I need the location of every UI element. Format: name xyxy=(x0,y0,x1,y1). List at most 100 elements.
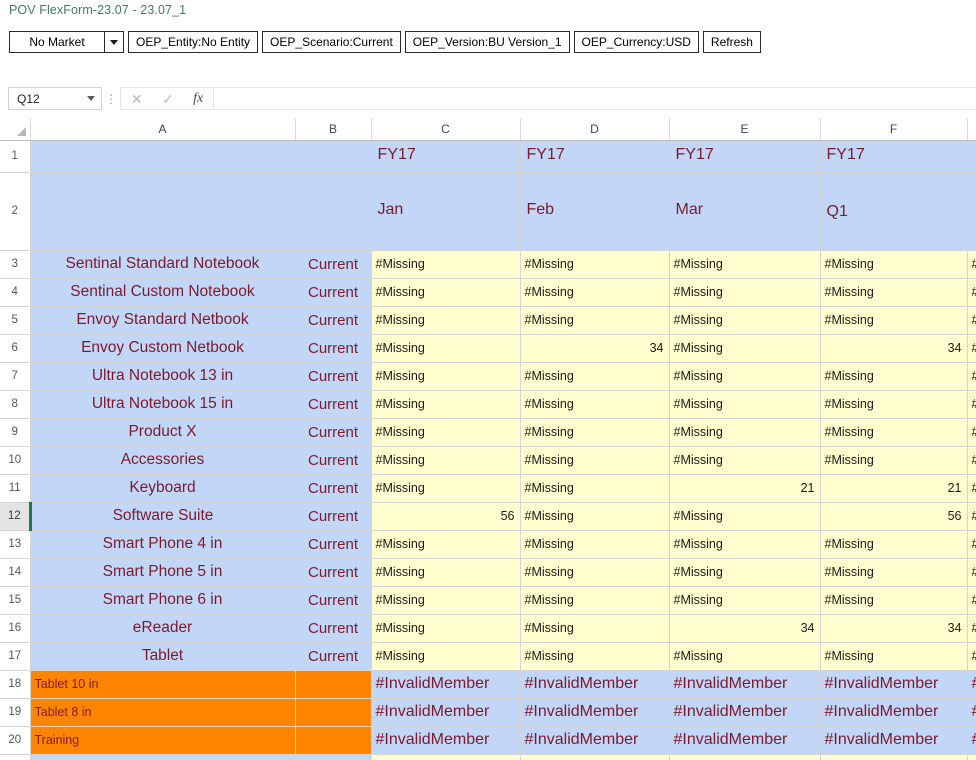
cell-A3[interactable]: Sentinal Standard Notebook xyxy=(30,250,296,279)
cell-G19[interactable]: #I xyxy=(967,698,976,727)
pov-button-entity[interactable]: OEP_Entity:No Entity xyxy=(128,31,259,53)
accept-icon[interactable]: ✓ xyxy=(162,92,174,106)
cell-C10[interactable]: #Missing xyxy=(371,446,521,475)
cell-C13[interactable]: #Missing xyxy=(371,530,521,559)
cell-A12[interactable]: Software Suite xyxy=(30,502,296,531)
cell-F7[interactable]: #Missing xyxy=(820,362,968,391)
cell-A21[interactable]: No Product xyxy=(30,754,296,760)
cell-A15[interactable]: Smart Phone 6 in xyxy=(30,586,296,615)
cell-B8[interactable]: Current xyxy=(295,390,372,419)
cell-C20[interactable]: #InvalidMember xyxy=(371,726,521,755)
cell-G16[interactable]: # xyxy=(967,614,976,643)
cell-F19[interactable]: #InvalidMember xyxy=(820,698,968,727)
cell-D15[interactable]: #Missing xyxy=(520,586,670,615)
cell-G13[interactable]: # xyxy=(967,530,976,559)
cell-C19[interactable]: #InvalidMember xyxy=(371,698,521,727)
cell-E20[interactable]: #InvalidMember xyxy=(669,726,821,755)
cell-E10[interactable]: #Missing xyxy=(669,446,821,475)
cell-B11[interactable]: Current xyxy=(295,474,372,503)
cell-D13[interactable]: #Missing xyxy=(520,530,670,559)
cell-B21[interactable]: Current xyxy=(295,754,372,760)
pov-button-scenario[interactable]: OEP_Scenario:Current xyxy=(262,31,401,53)
cell-F9[interactable]: #Missing xyxy=(820,418,968,447)
row-header-8[interactable]: 8 xyxy=(0,390,31,419)
column-header-c[interactable]: C xyxy=(371,118,521,141)
cell-A2[interactable] xyxy=(30,172,296,251)
cell-E9[interactable]: #Missing xyxy=(669,418,821,447)
cell-F12[interactable]: 56 xyxy=(820,502,968,531)
cell-E21[interactable]: #Missing xyxy=(669,754,821,760)
cell-G20[interactable]: #I xyxy=(967,726,976,755)
cell-F20[interactable]: #InvalidMember xyxy=(820,726,968,755)
cell-B9[interactable]: Current xyxy=(295,418,372,447)
cell-E8[interactable]: #Missing xyxy=(669,390,821,419)
cancel-icon[interactable]: ✕ xyxy=(131,92,143,106)
cell-E16[interactable]: 34 xyxy=(669,614,821,643)
cell-G10[interactable]: # xyxy=(967,446,976,475)
cell-B6[interactable]: Current xyxy=(295,334,372,363)
cell-D10[interactable]: #Missing xyxy=(520,446,670,475)
row-header-2[interactable]: 2 xyxy=(0,172,31,251)
insert-function-icon[interactable]: fx xyxy=(193,91,203,106)
cell-A16[interactable]: eReader xyxy=(30,614,296,643)
cell-C9[interactable]: #Missing xyxy=(371,418,521,447)
cell-B5[interactable]: Current xyxy=(295,306,372,335)
cell-B1[interactable] xyxy=(295,140,372,173)
cell-A6[interactable]: Envoy Custom Netbook xyxy=(30,334,296,363)
row-header-4[interactable]: 4 xyxy=(0,278,31,307)
cell-C18[interactable]: #InvalidMember xyxy=(371,670,521,699)
cell-E5[interactable]: #Missing xyxy=(669,306,821,335)
cell-G18[interactable]: #I xyxy=(967,670,976,699)
cell-D3[interactable]: #Missing xyxy=(520,250,670,279)
row-header-9[interactable]: 9 xyxy=(0,418,31,447)
cell-B13[interactable]: Current xyxy=(295,530,372,559)
cell-D21[interactable]: #Missing xyxy=(520,754,670,760)
column-header-b[interactable]: B xyxy=(295,118,372,141)
row-header-11[interactable]: 11 xyxy=(0,474,31,503)
cell-A20[interactable]: Training xyxy=(30,726,296,755)
cell-A17[interactable]: Tablet xyxy=(30,642,296,671)
cell-G3[interactable]: # xyxy=(967,250,976,279)
cell-C1[interactable]: FY17 xyxy=(371,140,521,173)
cell-D16[interactable]: #Missing xyxy=(520,614,670,643)
cell-E4[interactable]: #Missing xyxy=(669,278,821,307)
row-header-10[interactable]: 10 xyxy=(0,446,31,475)
cell-E15[interactable]: #Missing xyxy=(669,586,821,615)
cell-C14[interactable]: #Missing xyxy=(371,558,521,587)
cell-B2[interactable] xyxy=(295,172,372,251)
kebab-menu-icon[interactable]: ⋮ xyxy=(102,93,120,105)
cell-C6[interactable]: #Missing xyxy=(371,334,521,363)
pov-button-version[interactable]: OEP_Version:BU Version_1 xyxy=(404,31,570,53)
cell-A18[interactable]: Tablet 10 in xyxy=(30,670,296,699)
cell-F2[interactable]: Q1 xyxy=(820,172,968,251)
cell-A4[interactable]: Sentinal Custom Notebook xyxy=(30,278,296,307)
cell-A7[interactable]: Ultra Notebook 13 in xyxy=(30,362,296,391)
cell-B16[interactable]: Current xyxy=(295,614,372,643)
cell-G9[interactable]: # xyxy=(967,418,976,447)
market-pov-dropdown-button[interactable] xyxy=(104,32,123,52)
cell-B20[interactable] xyxy=(295,726,372,755)
cell-C11[interactable]: #Missing xyxy=(371,474,521,503)
cell-C3[interactable]: #Missing xyxy=(371,250,521,279)
cell-B17[interactable]: Current xyxy=(295,642,372,671)
cell-D19[interactable]: #InvalidMember xyxy=(520,698,670,727)
cell-F4[interactable]: #Missing xyxy=(820,278,968,307)
row-header-17[interactable]: 17 xyxy=(0,642,31,671)
cell-D1[interactable]: FY17 xyxy=(520,140,670,173)
cell-C2[interactable]: Jan xyxy=(371,172,521,251)
cell-D4[interactable]: #Missing xyxy=(520,278,670,307)
select-all-corner[interactable] xyxy=(0,118,31,141)
cell-E13[interactable]: #Missing xyxy=(669,530,821,559)
cell-D14[interactable]: #Missing xyxy=(520,558,670,587)
cell-E18[interactable]: #InvalidMember xyxy=(669,670,821,699)
cell-A14[interactable]: Smart Phone 5 in xyxy=(30,558,296,587)
cell-G7[interactable]: # xyxy=(967,362,976,391)
cell-F14[interactable]: #Missing xyxy=(820,558,968,587)
cell-G5[interactable]: # xyxy=(967,306,976,335)
row-header-3[interactable]: 3 xyxy=(0,250,31,279)
cell-E1[interactable]: FY17 xyxy=(669,140,821,173)
cell-E12[interactable]: #Missing xyxy=(669,502,821,531)
cell-F5[interactable]: #Missing xyxy=(820,306,968,335)
cell-A9[interactable]: Product X xyxy=(30,418,296,447)
cell-D6[interactable]: 34 xyxy=(520,334,670,363)
